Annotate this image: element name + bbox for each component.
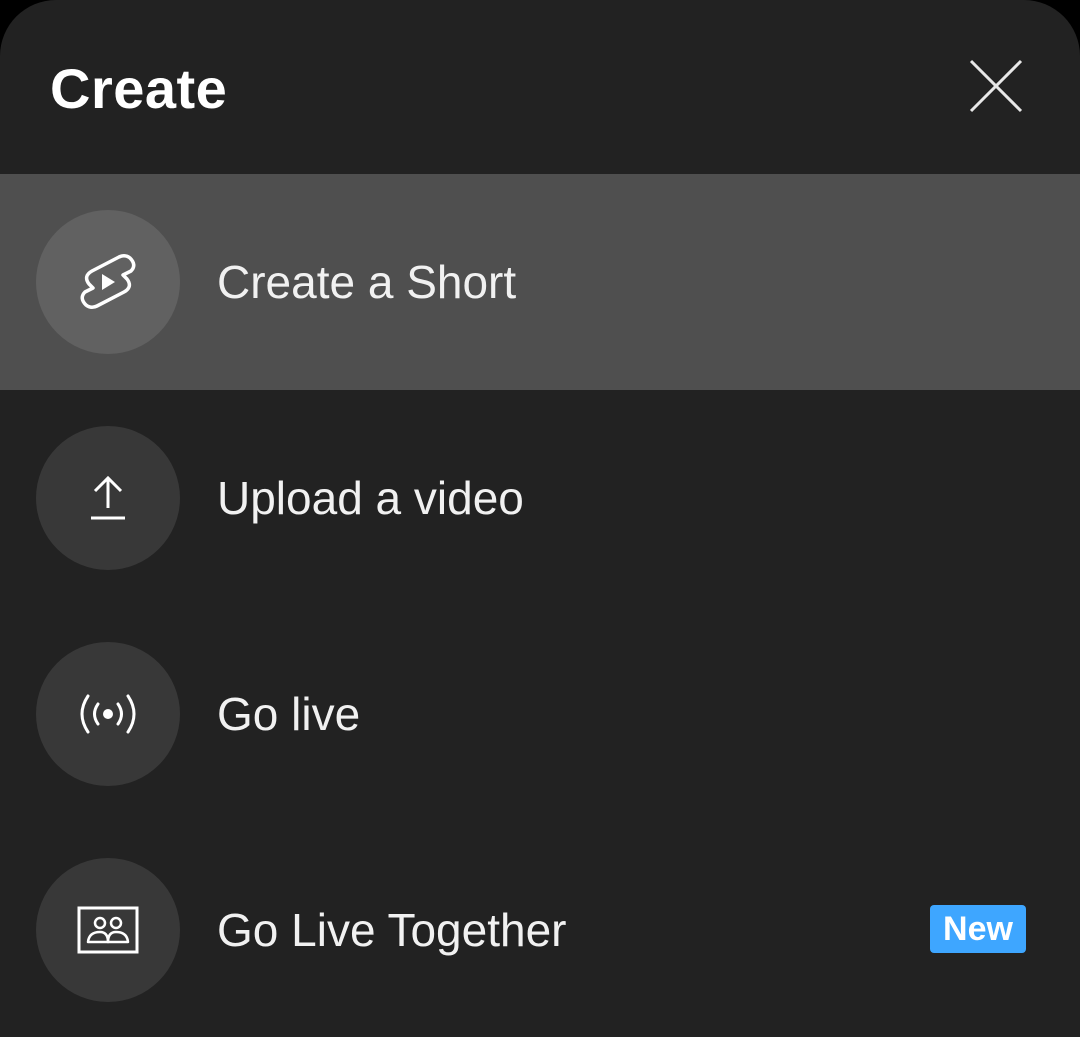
icon-circle: [36, 426, 180, 570]
menu-item-go-live-together[interactable]: Go Live Together New: [0, 822, 1080, 1037]
live-broadcast-icon: [80, 694, 136, 734]
menu-item-label: Go Live Together: [217, 904, 567, 956]
sheet-title: Create: [50, 57, 228, 120]
close-icon: [969, 59, 1023, 113]
create-bottom-sheet: Create Create a Short Upload a video Go …: [0, 0, 1080, 1037]
icon-circle: [36, 210, 180, 354]
menu-item-label: Upload a video: [217, 472, 524, 524]
menu-item-go-live[interactable]: Go live: [0, 606, 1080, 822]
go-live-together-icon: [77, 906, 139, 954]
menu-item-label: Create a Short: [217, 256, 517, 308]
new-badge: New: [930, 905, 1026, 953]
sheet-header: Create: [0, 0, 1080, 174]
shorts-icon: [80, 253, 136, 310]
upload-icon: [91, 475, 125, 520]
menu-item-label: Go live: [217, 688, 361, 740]
menu-item-upload-video[interactable]: Upload a video: [0, 390, 1080, 606]
icon-circle: [36, 642, 180, 786]
close-button[interactable]: [958, 48, 1034, 124]
icon-circle: [36, 858, 180, 1002]
menu-item-create-short[interactable]: Create a Short: [0, 174, 1080, 390]
